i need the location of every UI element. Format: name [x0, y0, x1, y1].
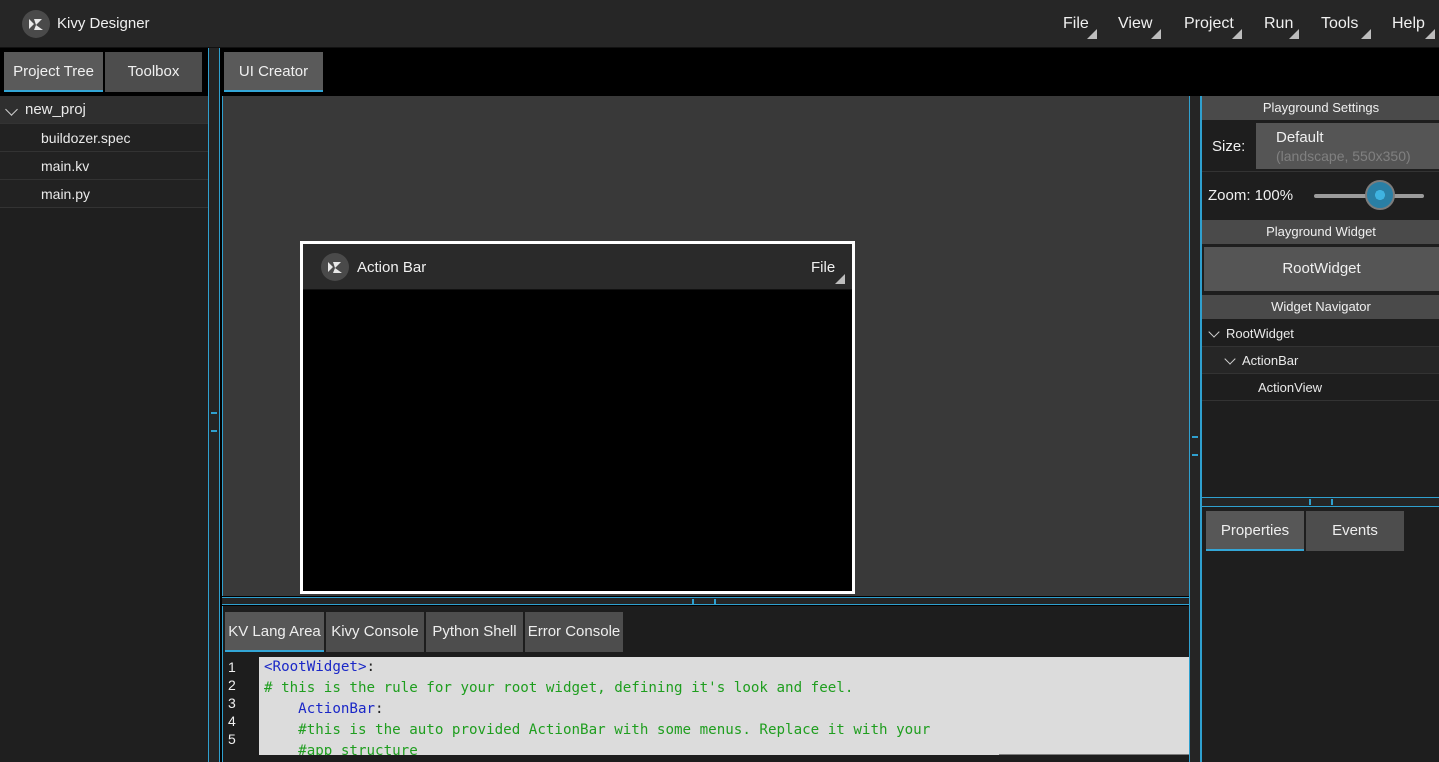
zoom-label: Zoom: 100% — [1208, 187, 1294, 204]
tree-file-item[interactable]: buildozer.spec — [0, 124, 209, 152]
line-number: 5 — [228, 731, 236, 747]
bottom-splitter[interactable] — [222, 597, 1189, 605]
nav-item-label: ActionBar — [1242, 353, 1299, 368]
tab-error-console[interactable]: Error Console — [525, 612, 623, 652]
kivy-logo-icon — [321, 253, 349, 281]
code-line: ActionBar: — [259, 699, 1189, 720]
tab-python-shell[interactable]: Python Shell — [426, 612, 523, 652]
center-tabbar: UI Creator — [222, 48, 1439, 96]
tree-file-item[interactable]: main.py — [0, 180, 209, 208]
playground-widget-header: Playground Widget — [1202, 220, 1439, 244]
line-number: 3 — [228, 695, 236, 711]
code-keyword: ActionBar — [298, 701, 376, 717]
code-line: <RootWidget>: — [259, 657, 1189, 678]
tree-root-folder[interactable]: new_proj — [0, 96, 209, 124]
nav-item-label: RootWidget — [1226, 326, 1294, 341]
divider — [1202, 171, 1439, 172]
size-select[interactable]: Default (landscape, 550x350) — [1256, 123, 1439, 169]
preview-title: Action Bar — [357, 259, 427, 276]
nav-item-actionview[interactable]: ActionView — [1202, 374, 1439, 401]
dropdown-corner-icon — [1232, 29, 1242, 39]
tree-root-label: new_proj — [25, 101, 86, 118]
menu-tools[interactable]: Tools — [1321, 15, 1358, 33]
dropdown-corner-icon — [1087, 29, 1097, 39]
bottom-tabbar: KV Lang Area Kivy Console Python Shell E… — [223, 612, 1190, 654]
splitter-grip-icon — [1192, 436, 1198, 456]
tab-properties[interactable]: Properties — [1206, 511, 1304, 551]
nav-item-actionbar[interactable]: ActionBar — [1202, 347, 1439, 374]
preview-action-bar[interactable]: Action Bar File — [303, 244, 852, 290]
code-punct: : — [366, 659, 376, 675]
chevron-down-icon — [5, 103, 18, 116]
code-line: #this is the auto provided ActionBar wit… — [259, 720, 1189, 741]
code-comment: # this is the rule for your root widget,… — [264, 680, 854, 696]
app-bar: Kivy Designer File View Project Run Tool… — [0, 0, 1439, 48]
code-punct: : — [375, 701, 384, 717]
menu-project[interactable]: Project — [1184, 15, 1234, 33]
tab-kv-lang-area[interactable]: KV Lang Area — [225, 612, 324, 652]
chevron-down-icon — [1224, 353, 1236, 365]
nav-item-rootwidget[interactable]: RootWidget — [1202, 320, 1439, 347]
left-splitter[interactable] — [208, 48, 220, 762]
tab-ui-creator[interactable]: UI Creator — [224, 52, 323, 92]
code-comment: #app structure — [298, 743, 418, 755]
splitter-grip-icon — [692, 599, 716, 604]
code-comment: #this is the auto provided ActionBar wit… — [298, 722, 931, 738]
code-keyword: <RootWidget> — [264, 659, 367, 675]
playground-widget-button[interactable]: RootWidget — [1204, 247, 1439, 291]
chevron-down-icon — [1208, 326, 1220, 338]
right-panel: Playground Settings Size: Default (lands… — [1201, 96, 1439, 762]
dropdown-corner-icon — [1361, 29, 1371, 39]
project-tree: new_proj buildozer.spec main.kv main.py — [0, 96, 209, 208]
line-number-gutter: 1 2 3 4 5 — [223, 658, 259, 762]
playground-preview[interactable]: Action Bar File — [300, 241, 855, 594]
zoom-slider-thumb[interactable] — [1365, 180, 1395, 210]
editor-scrollbar[interactable] — [999, 754, 1189, 755]
tab-kivy-console[interactable]: Kivy Console — [326, 612, 424, 652]
size-label: Size: — [1212, 138, 1246, 155]
tab-project-tree[interactable]: Project Tree — [4, 52, 103, 92]
dropdown-corner-icon — [1151, 29, 1161, 39]
tab-events[interactable]: Events — [1306, 511, 1404, 551]
dropdown-corner-icon — [1425, 29, 1435, 39]
right-splitter[interactable] — [1189, 96, 1201, 762]
kv-code-editor[interactable]: <RootWidget>: # this is the rule for you… — [259, 657, 1189, 755]
widget-navigator-header: Widget Navigator — [1202, 295, 1439, 319]
splitter-grip-icon — [211, 412, 217, 432]
line-number: 2 — [228, 677, 236, 693]
dropdown-corner-icon — [1289, 29, 1299, 39]
dropdown-corner-icon — [835, 274, 845, 284]
line-number: 1 — [228, 659, 236, 675]
menu-help[interactable]: Help — [1392, 15, 1425, 33]
playground-area[interactable]: Action Bar File — [222, 96, 1189, 596]
app-title: Kivy Designer — [57, 15, 150, 32]
nav-item-label: ActionView — [1258, 380, 1323, 395]
right-panel-splitter[interactable] — [1202, 497, 1439, 507]
playground-settings-header: Playground Settings — [1202, 96, 1439, 120]
kivy-logo-icon — [22, 10, 50, 38]
code-line: # this is the rule for your root widget,… — [259, 678, 1189, 699]
preview-menu-file[interactable]: File — [811, 259, 835, 276]
splitter-grip-icon — [1309, 499, 1333, 505]
menu-view[interactable]: View — [1118, 15, 1152, 33]
tab-toolbox[interactable]: Toolbox — [105, 52, 202, 92]
code-line: #app structure — [259, 741, 1189, 755]
line-number: 4 — [228, 713, 236, 729]
size-select-subtext: (landscape, 550x350) — [1276, 148, 1411, 164]
bottom-panel: KV Lang Area Kivy Console Python Shell E… — [222, 606, 1189, 762]
left-panel: Project Tree Toolbox new_proj buildozer.… — [0, 48, 220, 762]
left-tabbar: Project Tree Toolbox — [0, 48, 210, 96]
tree-file-item[interactable]: main.kv — [0, 152, 209, 180]
size-select-value: Default — [1276, 129, 1324, 146]
menu-file[interactable]: File — [1063, 15, 1089, 33]
